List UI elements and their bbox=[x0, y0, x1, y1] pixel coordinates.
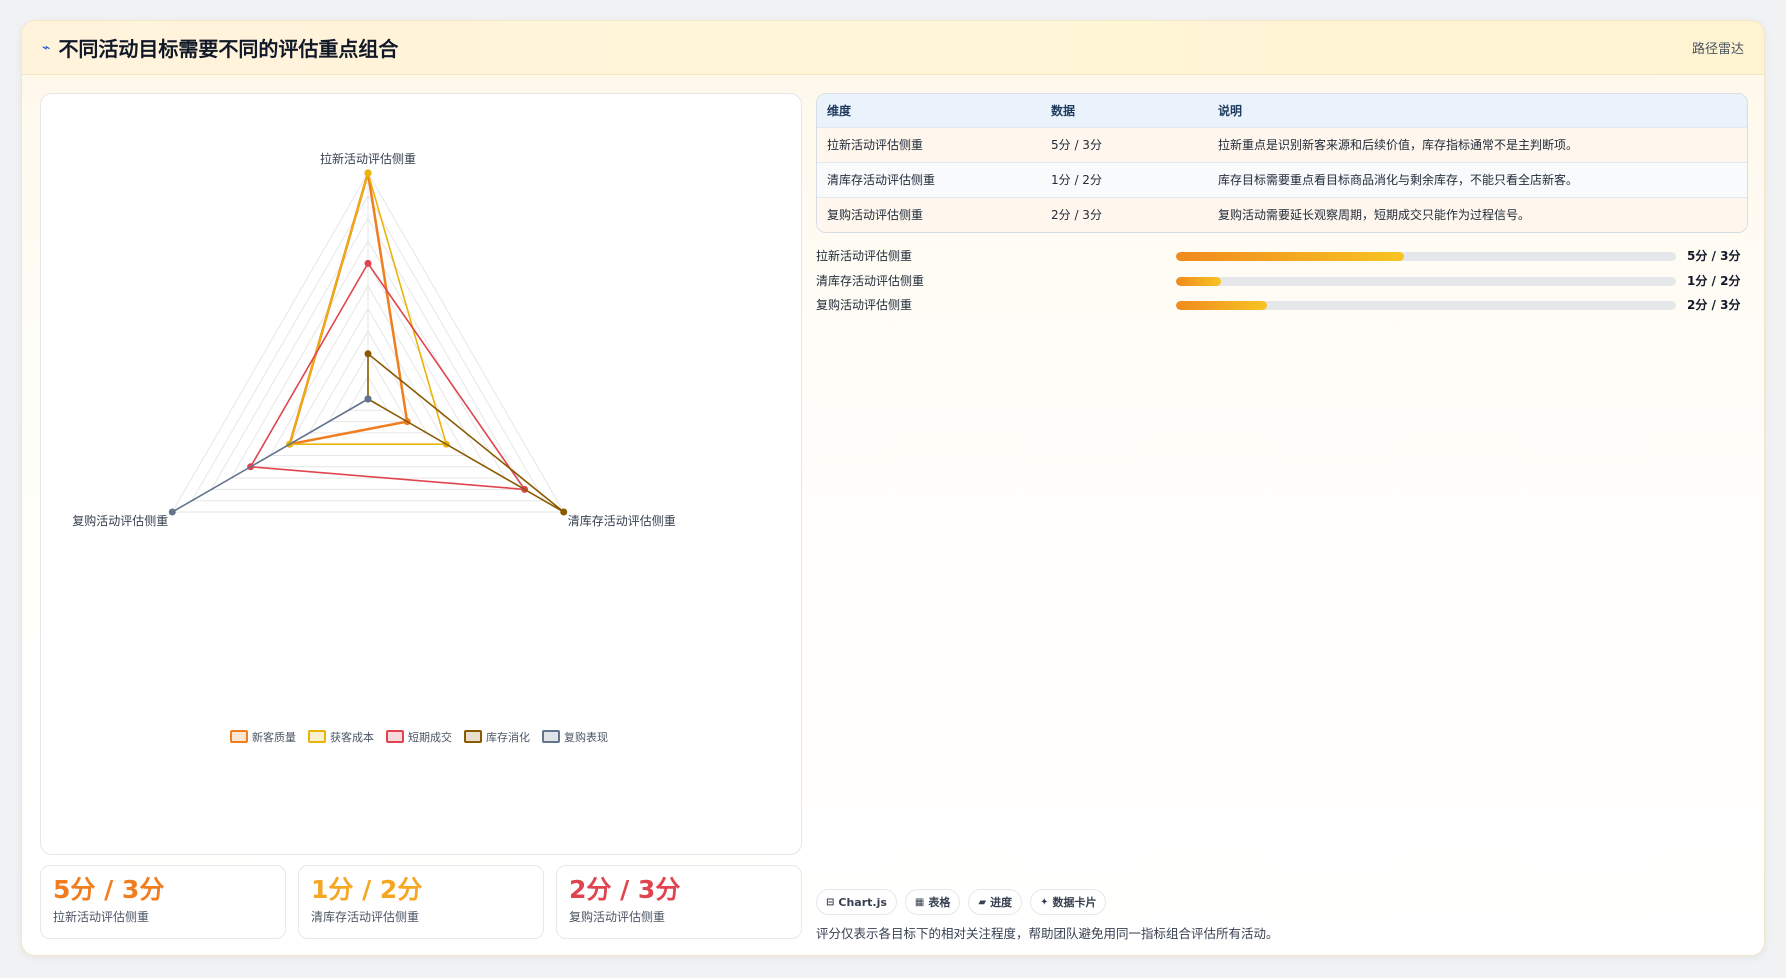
legend-label: 新客质量 bbox=[252, 730, 296, 744]
table-cell: 拉新重点是识别新客来源和后续价值，库存指标通常不是主判断项。 bbox=[1208, 126, 1747, 162]
card-tag: 路径雷达 bbox=[1691, 42, 1744, 57]
progress-icon: ▰ bbox=[978, 896, 987, 908]
data-point bbox=[364, 259, 372, 267]
table-cell: 2分 / 3分 bbox=[1041, 196, 1208, 232]
progress-track bbox=[1176, 276, 1676, 286]
kpi-value: 5分 / 3分 bbox=[53, 875, 165, 904]
data-point bbox=[168, 508, 176, 516]
data-point bbox=[364, 350, 372, 358]
footnote: 评分仅表示各目标下的相对关注程度，帮助团队避免用同一指标组合评估所有活动。 bbox=[816, 926, 1279, 941]
chip-label: 数据卡片 bbox=[1052, 896, 1097, 909]
table-row: 清库存活动评估侧重 1分 / 2分 库存目标需要重点看目标商品消化与剩余库存，不… bbox=[817, 161, 1747, 197]
progress-track bbox=[1176, 252, 1676, 261]
kpi-value: 2分 / 3分 bbox=[569, 875, 681, 904]
progress-row: 清库存活动评估侧重 1分 / 2分 bbox=[816, 268, 1748, 293]
table-cell: 库存目标需要重点看目标商品消化与剩余库存，不能只看全店新客。 bbox=[1208, 161, 1747, 197]
data-table: 维度 数据 说明 拉新活动评估侧重 5分 / 3分 拉新重点是识别新客来源和后续… bbox=[816, 93, 1748, 233]
card-header: ⌁ 不同活动目标需要不同的评估重点组合 路径雷达 bbox=[22, 21, 1764, 75]
legend-swatch bbox=[230, 730, 248, 743]
progress-label: 拉新活动评估侧重 bbox=[816, 249, 913, 263]
table-header: 说明 bbox=[1218, 103, 1243, 118]
kpi-cards: 5分 / 3分 拉新活动评估侧重 1分 / 2分 清库存活动评估侧重 2分 / … bbox=[40, 865, 802, 939]
chip-label: 表格 bbox=[928, 896, 951, 909]
progress-value: 5分 / 3分 bbox=[1687, 249, 1741, 263]
progress-track bbox=[1176, 301, 1676, 310]
kpi-label: 清库存活动评估侧重 bbox=[311, 910, 420, 924]
table-cell: 清库存活动评估侧重 bbox=[817, 161, 1041, 197]
table-cell: 拉新活动评估侧重 bbox=[817, 126, 1041, 162]
legend-swatch bbox=[308, 730, 326, 743]
legend-label: 短期成交 bbox=[408, 730, 452, 744]
axis-label: 拉新活动评估侧重 bbox=[320, 151, 416, 166]
progress-fill bbox=[1176, 301, 1267, 310]
kpi-card: 5分 / 3分 拉新活动评估侧重 bbox=[40, 865, 286, 939]
data-point bbox=[364, 169, 372, 177]
progress-row: 复购活动评估侧重 2分 / 3分 bbox=[816, 292, 1748, 317]
chip-chartjs[interactable]: ⊟ Chart.js bbox=[816, 889, 897, 915]
progress-value: 1分 / 2分 bbox=[1687, 273, 1741, 288]
progress-fill bbox=[1176, 252, 1404, 261]
progress-label: 复购活动评估侧重 bbox=[816, 298, 913, 312]
main-card: ⌁ 不同活动目标需要不同的评估重点组合 路径雷达 拉新活动评估侧重 清库存活动评估… bbox=[21, 20, 1765, 956]
series-polygon bbox=[288, 171, 409, 446]
table-header: 维度 bbox=[827, 103, 852, 118]
chip-label: 进度 bbox=[990, 896, 1013, 909]
sparkle-icon: ✦ bbox=[1040, 896, 1049, 908]
progress-label: 清库存活动评估侧重 bbox=[816, 273, 925, 288]
chart-icon: ⊟ bbox=[826, 896, 835, 908]
legend-label: 获客成本 bbox=[330, 730, 374, 744]
table-row: 复购活动评估侧重 2分 / 3分 复购活动需要延长观察周期，短期成交只能作为过程… bbox=[817, 196, 1747, 232]
axis-label: 清库存活动评估侧重 bbox=[568, 513, 676, 528]
chip-table[interactable]: ▦ 表格 bbox=[904, 889, 961, 915]
axis-label: 复购活动评估侧重 bbox=[72, 513, 168, 528]
progress-fill bbox=[1176, 276, 1221, 286]
legend-swatch bbox=[386, 730, 404, 743]
radar-chart: 拉新活动评估侧重清库存活动评估侧重 复购活动评估侧重新客质量 获客成本 短期成交 库存消… bbox=[72, 151, 676, 744]
data-point bbox=[364, 395, 372, 403]
table-row: 拉新活动评估侧重 5分 / 3分 拉新重点是识别新客来源和后续价值，库存指标通常… bbox=[817, 126, 1747, 162]
legend-label: 复购表现 bbox=[564, 730, 608, 744]
legend-swatch bbox=[464, 730, 482, 743]
legend-label: 库存消化 bbox=[486, 730, 530, 744]
trend-icon: ⌁ bbox=[42, 39, 51, 56]
table-cell: 复购活动评估侧重 bbox=[817, 196, 1041, 232]
progress-value: 2分 / 3分 bbox=[1687, 298, 1741, 312]
kpi-label: 复购活动评估侧重 bbox=[569, 910, 666, 924]
card-title: 不同活动目标需要不同的评估重点组合 bbox=[58, 37, 399, 61]
kpi-card: 1分 / 2分 清库存活动评估侧重 bbox=[298, 865, 544, 939]
table-icon: ▦ bbox=[914, 896, 925, 908]
kpi-value: 1分 / 2分 bbox=[311, 875, 423, 904]
radar-chart-panel: 拉新活动评估侧重清库存活动评估侧重 复购活动评估侧重新客质量 获客成本 短期成交 库存消… bbox=[40, 93, 802, 855]
chip-label: Chart.js bbox=[838, 895, 887, 909]
table-header: 数据 bbox=[1051, 103, 1076, 118]
progress-bars: 拉新活动评估侧重 5分 / 3分 清库存活动评估侧重 1分 / 2分 复购活动评… bbox=[816, 243, 1748, 317]
progress-row: 拉新活动评估侧重 5分 / 3分 bbox=[816, 243, 1748, 268]
kpi-label: 拉新活动评估侧重 bbox=[53, 910, 150, 924]
table-cell: 1分 / 2分 bbox=[1041, 161, 1208, 197]
legend-swatch bbox=[542, 730, 560, 743]
table-cell: 复购活动需要延长观察周期，短期成交只能作为过程信号。 bbox=[1208, 196, 1747, 232]
chip-data-card[interactable]: ✦ 数据卡片 bbox=[1030, 889, 1107, 915]
chip-progress[interactable]: ▰ 进度 bbox=[968, 889, 1023, 915]
data-point bbox=[560, 508, 568, 516]
feature-chips: ⊟ Chart.js ▦ 表格 ▰ 进度 ✦ 数据卡片 bbox=[816, 889, 1107, 915]
kpi-card: 2分 / 3分 复购活动评估侧重 bbox=[556, 865, 802, 939]
table-cell: 5分 / 3分 bbox=[1041, 126, 1208, 162]
